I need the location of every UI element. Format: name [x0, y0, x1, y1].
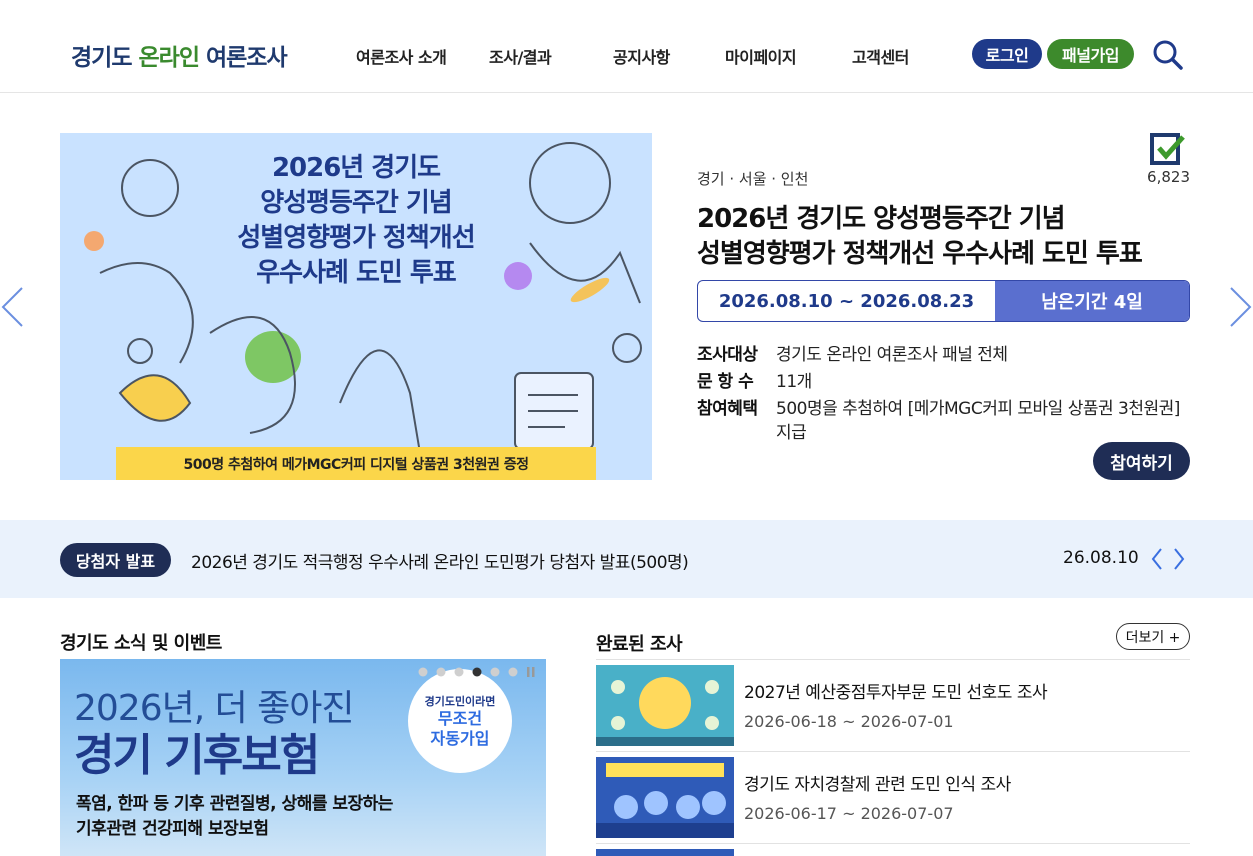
- carousel-dot: [490, 667, 500, 677]
- nav-notices[interactable]: 공지사항: [613, 44, 670, 68]
- winner-notice-date: 26.08.10: [1063, 548, 1139, 568]
- site-header: 경기도 온라인 여론조사 여론조사 소개 조사/결과 공지사항 마이페이지 고객…: [0, 0, 1253, 93]
- info-questions-value: 11개: [776, 372, 812, 392]
- checkbox-check-icon: [1150, 133, 1185, 165]
- nav-customer-center[interactable]: 고객센터: [852, 44, 909, 68]
- completed-survey-date: 2026-06-17 ~ 2026-07-07: [744, 804, 954, 823]
- hero-next-arrow-icon[interactable]: [1227, 286, 1253, 328]
- panel-join-button[interactable]: 패널가입: [1047, 39, 1134, 69]
- news-section-title: 경기도 소식 및 이벤트: [60, 633, 222, 654]
- info-questions-label: 문 항 수: [697, 372, 754, 392]
- more-button[interactable]: 더보기 +: [1116, 623, 1190, 650]
- participant-count: 6,823: [1147, 168, 1190, 186]
- hero-prev-arrow-icon[interactable]: [0, 286, 26, 328]
- completed-section-title: 완료된 조사: [596, 634, 683, 655]
- winner-notice-bar: 당첨자 발표 2026년 경기도 적극행정 우수사례 온라인 도민평가 당첨자 …: [0, 520, 1253, 598]
- news-sub-line2: 기후관련 건강피해 보장보험: [76, 819, 269, 839]
- info-benefit-label: 참여혜택: [697, 399, 758, 419]
- participate-button[interactable]: 참여하기: [1093, 442, 1190, 480]
- winner-notice-text[interactable]: 2026년 경기도 적극행정 우수사례 온라인 도민평가 당첨자 발표(500명…: [191, 548, 689, 573]
- completed-survey-title[interactable]: 2027년 예산중점투자부문 도민 선호도 조사: [744, 678, 1048, 703]
- news-bubble: 경기도민이라면 무조건 자동가입: [408, 669, 512, 773]
- survey-title[interactable]: 2026년 경기도 양성평등주간 기념 성별영향평가 정책개선 우수사례 도민 …: [697, 202, 1143, 272]
- hero-image-banner: 500명 추첨하여 메가MGC커피 디지털 상품권 3천원권 증정: [116, 447, 596, 480]
- divider: [596, 659, 1190, 660]
- pause-icon: [527, 667, 530, 677]
- news-sub-line1: 폭염, 한파 등 기후 관련질병, 상해를 보장하는: [76, 794, 393, 814]
- info-target-label: 조사대상: [697, 345, 758, 365]
- survey-thumbnail[interactable]: [596, 665, 734, 746]
- nav-survey-intro[interactable]: 여론조사 소개: [356, 44, 447, 68]
- notice-nav-arrows: [1151, 548, 1185, 570]
- survey-thumbnail[interactable]: [596, 757, 734, 838]
- completed-survey-date: 2026-06-18 ~ 2026-07-01: [744, 712, 954, 731]
- survey-thumbnail[interactable]: [596, 849, 734, 856]
- survey-region: 경기 · 서울 · 인천: [697, 170, 809, 188]
- carousel-dot: [418, 667, 428, 677]
- search-icon[interactable]: [1152, 39, 1184, 71]
- carousel-dot: [508, 667, 518, 677]
- hero-survey-image[interactable]: 2026년 경기도 양성평등주간 기념 성별영향평가 정책개선 우수사례 도민 …: [60, 133, 652, 480]
- survey-period-box: 2026.08.10 ~ 2026.08.23 남은기간 4일: [697, 280, 1190, 322]
- completed-survey-title[interactable]: 경기도 자치경찰제 관련 도민 인식 조사: [744, 770, 1011, 795]
- login-button[interactable]: 로그인: [972, 39, 1042, 69]
- news-headline: 경기 기후보험: [74, 730, 320, 781]
- carousel-dot: [436, 667, 446, 677]
- survey-period: 2026.08.10 ~ 2026.08.23: [718, 290, 975, 312]
- notice-next-icon: [1174, 548, 1185, 570]
- carousel-dot: [454, 667, 464, 677]
- carousel-dot-active: [472, 667, 482, 677]
- nav-mypage[interactable]: 마이페이지: [725, 44, 797, 68]
- news-banner-image[interactable]: 2026년, 더 좋아진 경기 기후보험 경기도민이라면 무조건 자동가입 폭염…: [60, 659, 546, 856]
- info-target-value: 경기도 온라인 여론조사 패널 전체: [776, 345, 1008, 365]
- site-logo[interactable]: 경기도 온라인 여론조사: [71, 38, 288, 72]
- nav-survey-results[interactable]: 조사/결과: [489, 44, 552, 68]
- hero-image-title: 2026년 경기도 양성평등주간 기념 성별영향평가 정책개선 우수사례 도민 …: [237, 153, 475, 288]
- remaining-days: 남은기간 4일: [995, 281, 1189, 321]
- divider: [596, 843, 1190, 844]
- winner-badge[interactable]: 당첨자 발표: [60, 543, 171, 577]
- carousel-dots: [418, 667, 535, 677]
- info-benefit-value: 500명을 추첨하여 [메가MGC커피 모바일 상품권 3천원권] 지급: [776, 399, 1180, 443]
- divider: [596, 751, 1190, 752]
- notice-prev-icon: [1151, 548, 1162, 570]
